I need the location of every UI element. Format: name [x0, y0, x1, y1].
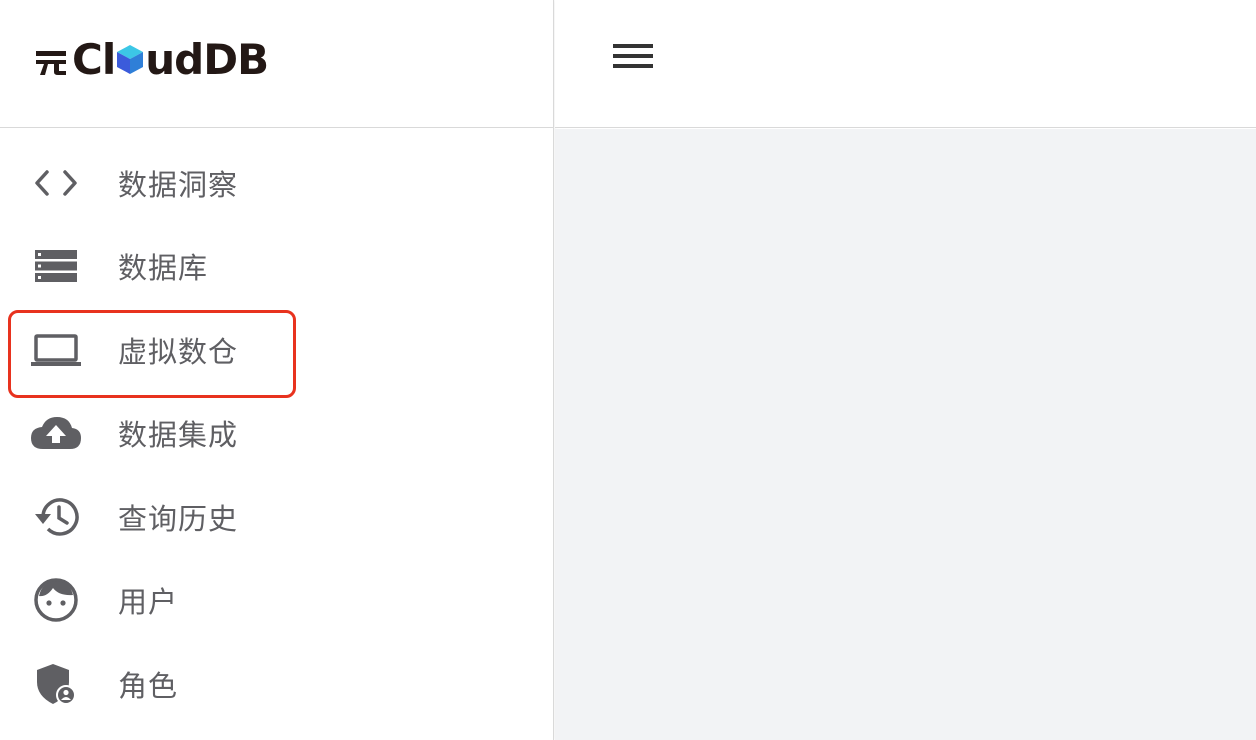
role-shield-icon	[28, 662, 84, 706]
cloud-upload-icon	[28, 411, 84, 455]
sidebar-item-label: 数据洞察	[118, 167, 239, 202]
topbar	[555, 0, 1256, 128]
sidebar-item-label: 数据集成	[118, 418, 239, 453]
logo-text-rest: udDB	[145, 35, 269, 84]
brand-header: Cl udDB	[0, 0, 553, 128]
logo-text-c: Cl	[72, 35, 116, 84]
hamburger-menu-icon	[613, 44, 653, 68]
user-face-icon	[28, 578, 84, 622]
laptop-icon	[28, 328, 84, 372]
logo[interactable]: Cl udDB	[34, 35, 269, 84]
sidebar: Cl udDB 数据洞察 数据库 虚拟数仓 数据集成 查询历史 用户 角色	[0, 0, 554, 740]
sidebar-item-database[interactable]: 数据库	[0, 225, 553, 309]
sidebar-item-label: 用户	[118, 585, 179, 620]
sidebar-item-virtual-warehouse[interactable]: 虚拟数仓	[0, 308, 553, 398]
logo-cube-icon	[117, 45, 144, 74]
sidebar-item-label: 角色	[118, 668, 179, 703]
history-icon	[28, 495, 84, 539]
menu-toggle-button[interactable]	[609, 36, 657, 76]
sidebar-item-data-insight[interactable]: 数据洞察	[0, 141, 553, 225]
app-window: Cl udDB 数据洞察 数据库 虚拟数仓 数据集成 查询历史 用户 角色	[0, 0, 1256, 740]
logo-wordmark: Cl udDB	[72, 35, 269, 84]
sidebar-item-label: 虚拟数仓	[118, 334, 239, 369]
sidebar-item-label: 查询历史	[118, 501, 239, 536]
sidebar-item-data-integration[interactable]: 数据集成	[0, 392, 553, 476]
sidebar-item-roles[interactable]: 角色	[0, 642, 553, 726]
sidebar-item-query-history[interactable]: 查询历史	[0, 475, 553, 559]
sidebar-nav: 数据洞察 数据库 虚拟数仓 数据集成 查询历史 用户 角色	[0, 141, 553, 726]
main-content	[555, 129, 1256, 740]
database-icon	[28, 244, 84, 288]
code-icon	[28, 161, 84, 205]
sidebar-item-label: 数据库	[118, 251, 209, 286]
sidebar-item-users[interactable]: 用户	[0, 559, 553, 643]
logo-mark-icon	[36, 51, 66, 75]
